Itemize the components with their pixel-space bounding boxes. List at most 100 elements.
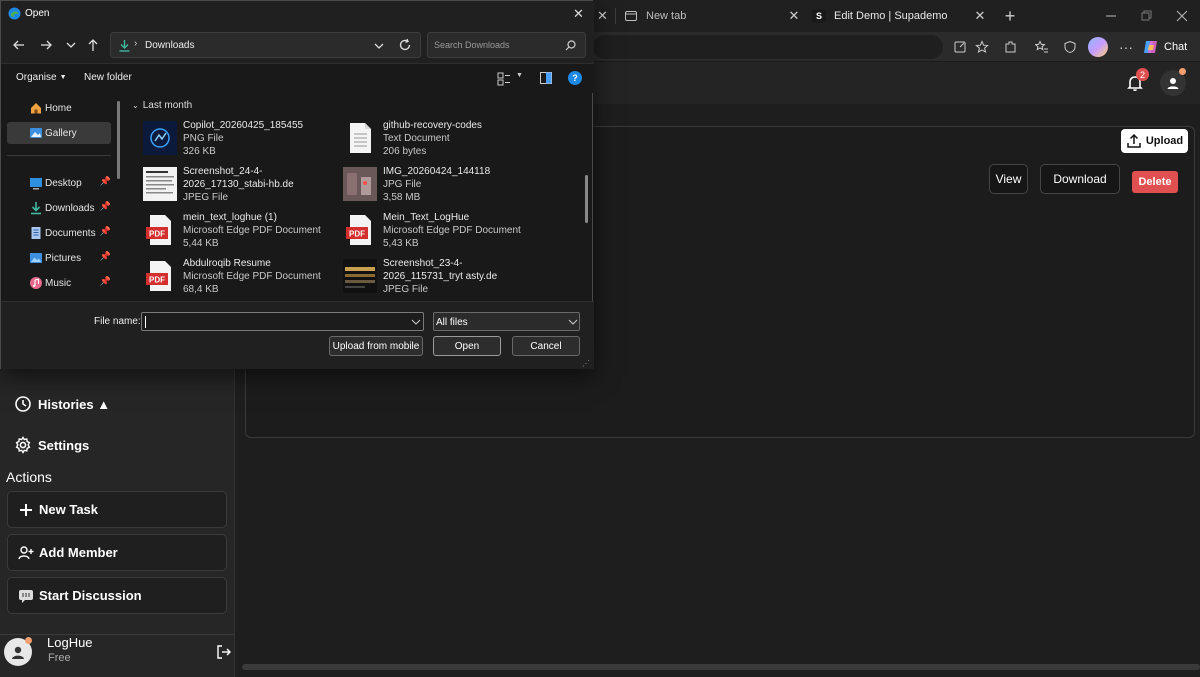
file-item[interactable]: Screenshot_23-4-2026_115731_tryt asty.de… <box>343 257 538 301</box>
breadcrumb[interactable]: › Downloads <box>110 32 421 58</box>
close-icon[interactable]: ✕ <box>786 8 802 24</box>
nav-pane-scrollbar[interactable] <box>117 101 120 179</box>
image-thumbnail <box>143 167 177 201</box>
file-type-select[interactable]: All files <box>433 312 580 331</box>
group-header[interactable]: ⌄ Last month <box>132 100 192 111</box>
tab-close-hidden[interactable]: ✕ <box>593 4 613 28</box>
text-document-icon <box>343 121 377 155</box>
upload-icon <box>1126 133 1142 149</box>
add-member-button[interactable]: Add Member <box>7 534 227 571</box>
user-avatar-button[interactable] <box>1160 68 1186 96</box>
organise-menu[interactable]: Organise ▼ <box>16 72 67 83</box>
copilot-chat-button[interactable]: Chat <box>1142 35 1194 59</box>
upload-button[interactable]: Upload <box>1121 129 1188 153</box>
nav-music[interactable]: Music 📌 <box>7 272 111 294</box>
download-button[interactable]: Download <box>1040 164 1120 194</box>
profile-avatar-icon[interactable] <box>1088 37 1108 57</box>
file-name: IMG_20260424_144118 <box>383 166 491 177</box>
delete-label: Delete <box>1138 176 1172 188</box>
close-icon[interactable]: ✕ <box>972 8 988 24</box>
nav-pictures[interactable]: Pictures 📌 <box>7 247 111 269</box>
file-name: Abdulroqib Resume <box>183 258 271 269</box>
divider <box>7 155 111 156</box>
nav-histories[interactable]: Histories ▲ <box>14 392 110 416</box>
back-arrow-icon[interactable] <box>11 37 27 53</box>
new-tab-button[interactable]: + <box>1000 6 1020 26</box>
image-thumbnail <box>343 167 377 201</box>
chevron-down-icon[interactable] <box>372 39 386 53</box>
logout-icon[interactable] <box>216 644 232 660</box>
notifications-button[interactable]: 2 <box>1124 68 1149 94</box>
close-icon[interactable]: ✕ <box>573 6 584 22</box>
horizontal-scrollbar[interactable] <box>242 664 1200 670</box>
file-item[interactable]: IMG_20260424_144118 JPG File 3,58 MB <box>343 165 538 209</box>
nav-gallery[interactable]: Gallery <box>7 122 111 144</box>
restore-button[interactable] <box>1138 8 1154 24</box>
nav-desktop[interactable]: Desktop 📌 <box>7 172 111 194</box>
file-item[interactable]: github-recovery-codes Text Document 206 … <box>343 119 538 163</box>
address-field[interactable] <box>593 35 943 59</box>
start-discussion-button[interactable]: Start Discussion <box>7 577 227 614</box>
nav-downloads[interactable]: Downloads 📌 <box>7 197 111 219</box>
view-options-icon[interactable] <box>497 72 511 86</box>
file-item[interactable]: Copilot_20260425_185455 PNG File 326 KB <box>143 119 338 163</box>
search-icon[interactable] <box>564 39 577 52</box>
delete-button[interactable]: Delete <box>1132 171 1178 193</box>
new-folder-button[interactable]: New folder <box>84 72 132 83</box>
refresh-icon[interactable] <box>398 38 412 52</box>
minimize-button[interactable] <box>1103 8 1119 24</box>
file-size: 5,43 KB <box>383 238 419 249</box>
view-button[interactable]: View <box>989 164 1028 194</box>
up-arrow-icon[interactable] <box>85 37 101 53</box>
help-icon[interactable]: ? <box>568 71 582 85</box>
resize-grip-icon[interactable]: ⋰ <box>582 359 590 368</box>
file-item[interactable]: PDF Abdulroqib Resume Microsoft Edge PDF… <box>143 257 338 301</box>
nav-home[interactable]: Home <box>7 97 111 119</box>
file-list-scrollbar[interactable] <box>585 175 588 223</box>
upload-from-mobile-button[interactable]: Upload from mobile <box>329 336 423 356</box>
music-icon <box>29 276 43 290</box>
tab-edit-demo[interactable]: S Edit Demo | Supademo ✕ <box>808 4 994 28</box>
pdf-label: PDF <box>349 230 365 239</box>
user-plan: Free <box>48 652 71 664</box>
supademo-favicon-icon: S <box>812 9 826 23</box>
download-icon <box>118 39 131 52</box>
file-item[interactable]: PDF mein_text_loghue (1) Microsoft Edge … <box>143 211 338 255</box>
search-input[interactable]: Search Downloads <box>427 32 586 58</box>
file-item[interactable]: PDF Mein_Text_LogHue Microsoft Edge PDF … <box>343 211 538 255</box>
new-tab-page-icon <box>624 9 638 23</box>
file-size: 3,58 MB <box>383 192 421 203</box>
cancel-button[interactable]: Cancel <box>512 336 580 356</box>
preview-pane-icon[interactable] <box>539 71 553 85</box>
caret-down-icon[interactable]: ▼ <box>516 72 523 79</box>
extensions-icon[interactable] <box>1000 37 1020 57</box>
copilot-icon <box>1142 38 1160 56</box>
divider <box>0 634 235 635</box>
favorites-icon[interactable] <box>1032 37 1052 57</box>
more-menu-icon[interactable]: ··· <box>1116 37 1136 57</box>
chevron-down-icon: ⌄ <box>132 101 139 110</box>
open-button[interactable]: Open <box>433 336 501 356</box>
file-name-input[interactable] <box>141 312 424 331</box>
pin-icon: 📌 <box>99 276 111 286</box>
pin-icon: 📌 <box>99 176 111 186</box>
open-in-app-icon[interactable] <box>950 37 970 57</box>
new-task-button[interactable]: New Task <box>7 491 227 528</box>
close-icon[interactable]: ✕ <box>597 8 608 24</box>
favorite-star-icon[interactable] <box>972 37 992 57</box>
nav-downloads-label: Downloads <box>45 202 95 214</box>
chevron-down-icon[interactable] <box>410 316 422 328</box>
home-icon <box>29 101 43 115</box>
recent-locations-chevron-icon[interactable] <box>63 37 79 53</box>
edge-app-icon <box>8 7 21 20</box>
tab-new-tab[interactable]: New tab ✕ <box>620 4 806 28</box>
forward-arrow-icon[interactable] <box>38 37 54 53</box>
upload-label: Upload <box>1145 135 1184 147</box>
browser-essentials-icon[interactable] <box>1060 37 1080 57</box>
nav-documents[interactable]: Documents 📌 <box>7 222 111 244</box>
nav-settings[interactable]: Settings <box>14 433 89 457</box>
file-name: Screenshot_24-4-2026_17130_stabi-hb.de <box>183 166 294 190</box>
file-item[interactable]: Screenshot_24-4-2026_17130_stabi-hb.de J… <box>143 165 338 209</box>
close-window-button[interactable] <box>1174 8 1190 24</box>
file-list: ⌄ Last month Copilot_20260425_185455 PNG… <box>126 93 592 301</box>
